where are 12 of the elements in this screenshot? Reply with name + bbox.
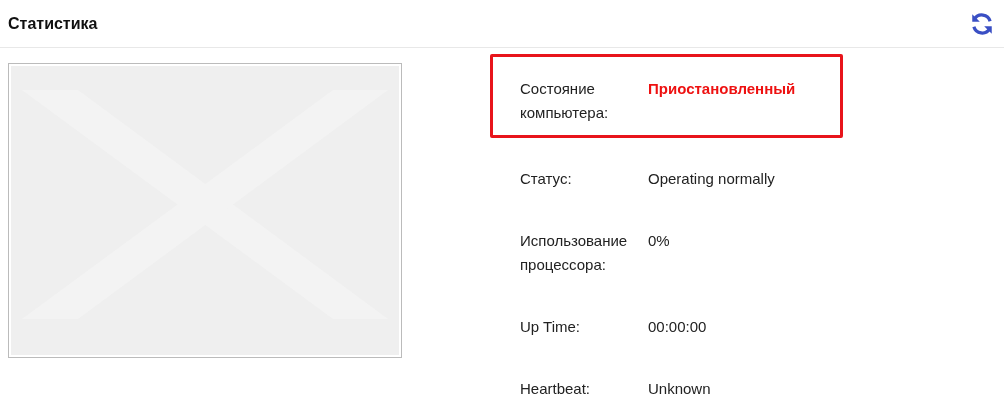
field-label: Использование процессора:: [520, 231, 629, 275]
field-value: 0%: [648, 231, 670, 251]
refresh-icon[interactable]: [969, 10, 995, 37]
field-label: Состояние компьютера:: [520, 79, 610, 123]
field-value: Operating normally: [648, 169, 775, 189]
field-value: Приостановленный: [648, 79, 796, 99]
section-title: Статистика: [8, 14, 98, 33]
field-value: Unknown: [648, 379, 711, 399]
field-value: 00:00:00: [648, 317, 707, 337]
field-label: Up Time:: [520, 317, 581, 337]
field-label: Heartbeat:: [520, 379, 592, 399]
field-label: Статус:: [520, 169, 573, 189]
